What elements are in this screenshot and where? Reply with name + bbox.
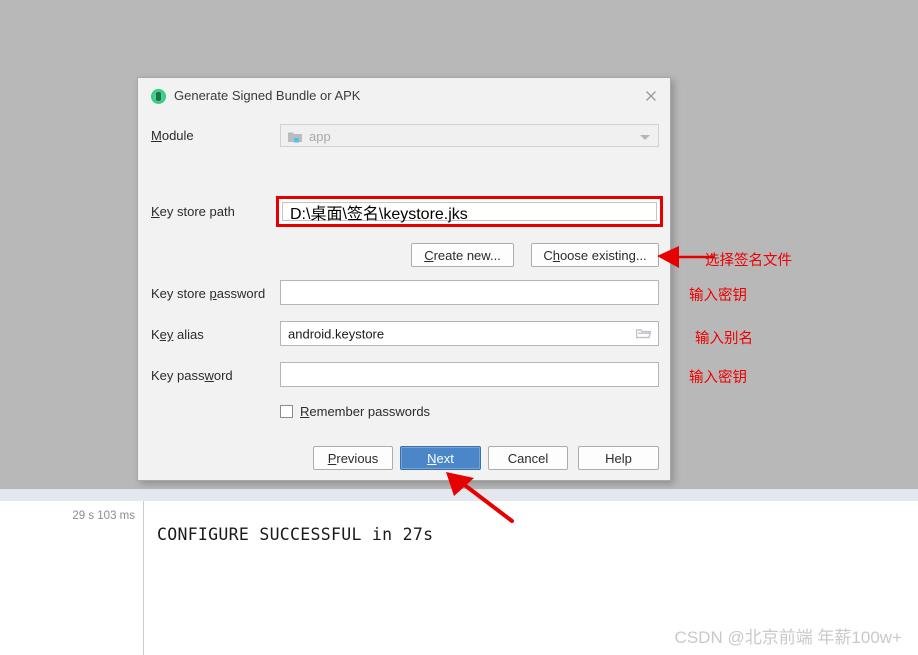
choose-existing-button[interactable]: Choose existing... xyxy=(531,243,659,267)
module-dropdown[interactable]: app xyxy=(280,124,659,147)
help-label: Help xyxy=(605,450,632,466)
close-icon[interactable] xyxy=(642,87,660,105)
key-store-path-highlight: D:\桌面\签名\keystore.jks xyxy=(276,196,663,227)
create-new-button[interactable]: Create new... xyxy=(411,243,514,267)
build-output-panel[interactable]: CONFIGURE SUCCESSFUL in 27s xyxy=(144,501,918,655)
module-value: app xyxy=(309,129,331,144)
create-new-rest: reate new... xyxy=(433,247,501,263)
folder-browse-icon[interactable] xyxy=(635,328,652,340)
key-store-password-field[interactable] xyxy=(280,280,659,305)
next-button[interactable]: Next xyxy=(400,446,481,470)
remember-passwords-label: Remember passwords xyxy=(300,404,431,419)
key-alias-value: android.keystore xyxy=(288,326,385,341)
next-label: Next xyxy=(427,450,454,466)
build-output-message: CONFIGURE SUCCESSFUL in 27s xyxy=(157,525,434,544)
dialog-title: Generate Signed Bundle or APK xyxy=(174,88,361,103)
key-password-field[interactable] xyxy=(280,362,659,387)
key-password-label: Key password xyxy=(151,368,233,383)
key-alias-field[interactable]: android.keystore xyxy=(280,321,659,346)
previous-label: Previous xyxy=(327,450,379,466)
key-alias-label: Key alias xyxy=(151,327,204,342)
android-studio-icon xyxy=(151,89,166,104)
key-store-path-value: D:\桌面\签名\keystore.jks xyxy=(290,205,468,223)
checkbox-box[interactable] xyxy=(280,405,293,418)
cancel-button[interactable]: Cancel xyxy=(488,446,568,470)
previous-button[interactable]: Previous xyxy=(313,446,393,470)
generate-signed-bundle-dialog: Generate Signed Bundle or APK Module app… xyxy=(137,77,671,481)
create-new-label: Create new... xyxy=(424,247,501,263)
key-store-path-label: Key store path xyxy=(151,204,235,219)
build-duration-label: 29 s 103 ms xyxy=(72,510,135,522)
choose-existing-label: Choose existing... xyxy=(543,247,647,263)
cancel-label: Cancel xyxy=(507,450,549,466)
module-label: Module xyxy=(151,128,194,143)
remember-passwords-checkbox[interactable]: Remember passwords xyxy=(280,404,430,419)
key-store-password-label: Key store password xyxy=(151,286,266,301)
dialog-titlebar: Generate Signed Bundle or APK xyxy=(138,78,670,116)
key-store-path-field[interactable]: D:\桌面\签名\keystore.jks xyxy=(282,202,657,223)
chevron-down-icon[interactable] xyxy=(640,135,650,140)
help-button[interactable]: Help xyxy=(578,446,659,470)
build-tree-panel[interactable]: 29 s 103 ms xyxy=(0,501,144,655)
module-folder-icon xyxy=(288,130,302,143)
